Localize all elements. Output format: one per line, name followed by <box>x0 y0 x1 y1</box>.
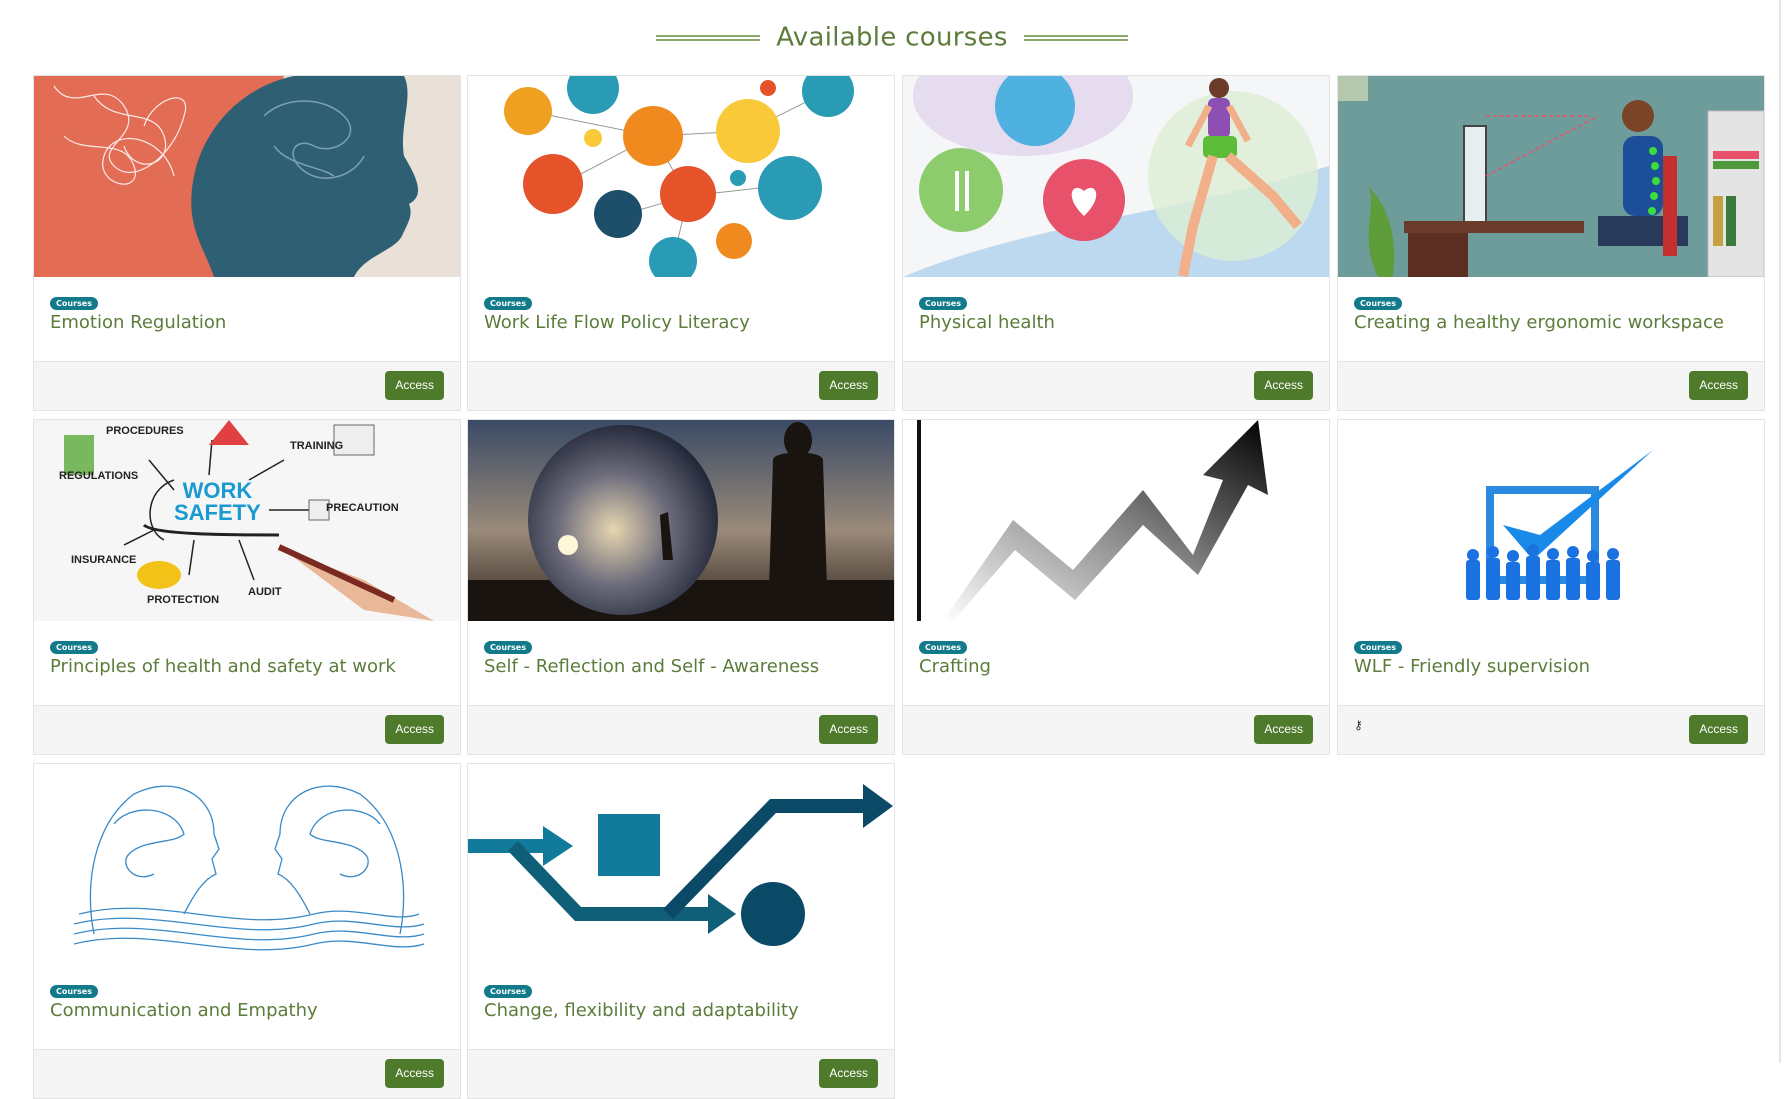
course-title[interactable]: Crafting <box>919 656 991 677</box>
course-image-emotion-regulation[interactable] <box>34 76 460 277</box>
course-image-crafting[interactable] <box>903 420 1329 621</box>
course-category-badge: Courses <box>50 641 98 654</box>
course-card-health-safety[interactable]: PROCEDURES REGULATIONS TRAINING PRECAUTI… <box>33 419 461 755</box>
course-image-friendly-supervision[interactable] <box>1338 420 1764 621</box>
heading-rule-right <box>1024 34 1129 41</box>
course-card-footer: Access <box>903 361 1329 410</box>
course-card-friendly-supervision[interactable]: Courses WLF - Friendly supervision ⚷ Acc… <box>1337 419 1765 755</box>
course-title[interactable]: Creating a healthy ergonomic workspace <box>1354 312 1724 333</box>
course-title[interactable]: Self - Reflection and Self - Awareness <box>484 656 819 677</box>
course-category-badge: Courses <box>484 297 532 310</box>
course-card-footer: Access <box>468 361 894 410</box>
course-image-work-life-flow[interactable] <box>468 76 894 277</box>
course-image-self-reflection[interactable] <box>468 420 894 621</box>
course-title[interactable]: Change, flexibility and adaptability <box>484 1000 799 1021</box>
scrollbar[interactable] <box>1779 0 1781 1063</box>
course-card-footer: Access <box>34 361 460 410</box>
course-title[interactable]: Physical health <box>919 312 1055 333</box>
access-button[interactable]: Access <box>385 371 444 400</box>
course-image-communication-empathy[interactable] <box>34 764 460 965</box>
course-card-physical-health[interactable]: Courses Physical health Access <box>902 75 1330 411</box>
course-category-badge: Courses <box>50 297 98 310</box>
access-button[interactable]: Access <box>1254 371 1313 400</box>
access-button[interactable]: Access <box>385 1059 444 1088</box>
course-card-footer: ⚷ Access <box>1338 705 1764 754</box>
course-card-emotion-regulation[interactable]: Courses Emotion Regulation Access <box>33 75 461 411</box>
page-heading: Available courses <box>0 22 1784 53</box>
page-title: Available courses <box>776 22 1008 53</box>
course-category-badge: Courses <box>1354 641 1402 654</box>
course-card-footer: Access <box>468 705 894 754</box>
course-card-communication-empathy[interactable]: Courses Communication and Empathy Access <box>33 763 461 1099</box>
course-card-footer: Access <box>34 1049 460 1098</box>
course-category-badge: Courses <box>919 641 967 654</box>
course-title[interactable]: Work Life Flow Policy Literacy <box>484 312 750 333</box>
course-card-footer: Access <box>1338 361 1764 410</box>
course-card-crafting[interactable]: Courses Crafting Access <box>902 419 1330 755</box>
access-button[interactable]: Access <box>819 715 878 744</box>
course-card-footer: Access <box>468 1049 894 1098</box>
key-icon[interactable]: ⚷ <box>1354 718 1363 732</box>
course-image-physical-health[interactable] <box>903 76 1329 277</box>
course-image-change-flexibility[interactable] <box>468 764 894 965</box>
course-title[interactable]: Emotion Regulation <box>50 312 226 333</box>
course-image-health-safety[interactable]: PROCEDURES REGULATIONS TRAINING PRECAUTI… <box>34 420 460 621</box>
course-category-badge: Courses <box>484 985 532 998</box>
course-category-badge: Courses <box>919 297 967 310</box>
course-category-badge: Courses <box>484 641 532 654</box>
course-card-work-life-flow[interactable]: Courses Work Life Flow Policy Literacy A… <box>467 75 895 411</box>
course-title[interactable]: Principles of health and safety at work <box>50 656 396 677</box>
access-button[interactable]: Access <box>1689 371 1748 400</box>
course-category-badge: Courses <box>1354 297 1402 310</box>
access-button[interactable]: Access <box>819 1059 878 1088</box>
access-button[interactable]: Access <box>1254 715 1313 744</box>
course-card-change-flexibility[interactable]: Courses Change, flexibility and adaptabi… <box>467 763 895 1099</box>
access-button[interactable]: Access <box>1689 715 1748 744</box>
access-button[interactable]: Access <box>385 715 444 744</box>
course-category-badge: Courses <box>50 985 98 998</box>
access-button[interactable]: Access <box>819 371 878 400</box>
course-card-footer: Access <box>34 705 460 754</box>
course-card-footer: Access <box>903 705 1329 754</box>
course-title[interactable]: Communication and Empathy <box>50 1000 318 1021</box>
course-card-ergonomic-workspace[interactable]: Courses Creating a healthy ergonomic wor… <box>1337 75 1765 411</box>
course-title[interactable]: WLF - Friendly supervision <box>1354 656 1590 677</box>
course-image-ergonomic-workspace[interactable] <box>1338 76 1764 277</box>
heading-rule-left <box>655 34 760 41</box>
course-card-self-reflection[interactable]: Courses Self - Reflection and Self - Awa… <box>467 419 895 755</box>
